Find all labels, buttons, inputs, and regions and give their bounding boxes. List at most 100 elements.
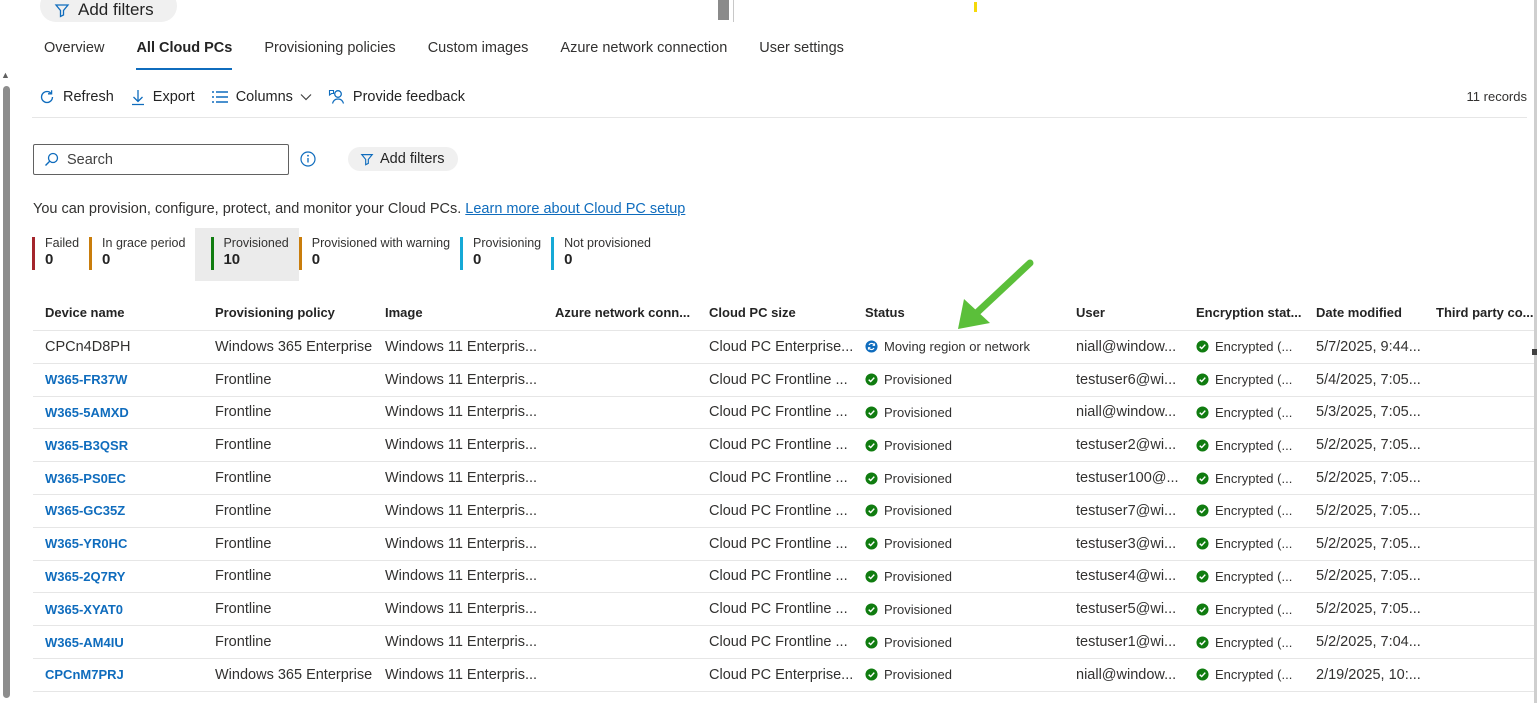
cell-user: testuser100@... [1064, 470, 1184, 486]
table-row[interactable]: W365-FR37W Frontline Windows 11 Enterpris.… [33, 364, 1534, 397]
left-scrollbar-thumb[interactable] [3, 86, 10, 698]
export-button[interactable]: Export [130, 88, 195, 106]
table-row[interactable]: W365-B3QSR Frontline Windows 11 Enterpris.… [33, 429, 1534, 463]
refresh-button[interactable]: Refresh [38, 88, 114, 106]
device-name-link[interactable]: W365-YR0HC [45, 536, 127, 551]
top-scrollbar-thumb[interactable] [718, 0, 729, 20]
tab-azure-network-connection[interactable]: Azure network connection [544, 34, 743, 70]
status-card-provisioned-with-warning[interactable]: Provisioned with warning 0 [298, 228, 460, 281]
table-row[interactable]: W365-XYAT0 Frontline Windows 11 Enterpris.… [33, 593, 1534, 627]
status-text: Provisioned [884, 404, 952, 420]
encryption-text: Encrypted (... [1215, 601, 1293, 617]
device-name-link[interactable]: CPCnM7PRJ [45, 667, 124, 682]
chevron-down-icon [300, 94, 312, 101]
tab-user-settings[interactable]: User settings [743, 34, 860, 70]
status-card-failed[interactable]: Failed 0 [32, 228, 89, 281]
cell-policy: Frontline [203, 568, 373, 584]
device-name-link[interactable]: W365-B3QSR [45, 438, 128, 453]
device-name-link[interactable]: W365-5AMXD [45, 405, 129, 420]
status-card-label: Provisioning [473, 236, 542, 250]
filter-icon [360, 154, 374, 166]
provide-feedback-button[interactable]: Provide feedback [328, 88, 465, 106]
status-cards: Failed 0 In grace period 0 Provisioned 10 Prov… [32, 228, 661, 281]
status-card-color-bar [32, 237, 35, 270]
column-header[interactable]: Date modified [1304, 305, 1424, 320]
check-circle-icon [1196, 439, 1209, 452]
filter-icon [54, 4, 70, 18]
cell-image: Windows 11 Enterpris... [373, 404, 543, 420]
cloud-pc-table: Device name Provisioning policy Image Azure… [33, 294, 1534, 692]
column-header[interactable]: Encryption stat... [1184, 305, 1304, 320]
column-header[interactable]: User [1064, 305, 1184, 320]
device-name-link[interactable]: W365-2Q7RY [45, 569, 125, 584]
tab-all-cloud-pcs[interactable]: All Cloud PCs [120, 34, 248, 70]
cell-device: CPCn4D8PH [33, 339, 203, 355]
policy-text: Frontline [215, 601, 272, 618]
columns-button[interactable]: Columns [211, 89, 312, 105]
policy-text: Frontline [215, 371, 272, 388]
column-header[interactable]: Device name [33, 305, 203, 320]
date-text: 5/4/2025, 7:05... [1316, 371, 1421, 388]
status-text: Provisioned [884, 470, 952, 486]
date-text: 5/2/2025, 7:05... [1316, 470, 1421, 487]
status-card-provisioned[interactable]: Provisioned 10 [195, 228, 299, 281]
column-header[interactable]: Image [373, 305, 543, 320]
check-circle-icon [1196, 504, 1209, 517]
table-row[interactable]: W365-YR0HC Frontline Windows 11 Enterpris.… [33, 528, 1534, 561]
table-row[interactable]: W365-2Q7RY Frontline Windows 11 Enterpris.… [33, 561, 1534, 594]
user-text: testuser100@... [1076, 470, 1179, 487]
encryption-text: Encrypted (... [1215, 503, 1293, 519]
device-name-link[interactable]: W365-XYAT0 [45, 602, 123, 617]
sync-icon [865, 340, 878, 353]
size-text: Cloud PC Frontline ... [709, 634, 848, 651]
add-filters-button[interactable]: Add filters [348, 147, 459, 171]
image-text: Windows 11 Enterpris... [385, 404, 538, 421]
cell-size: Cloud PC Frontline ... [697, 503, 853, 519]
top-add-filters-button[interactable]: Add filters [40, 0, 177, 22]
column-header[interactable]: Provisioning policy [203, 305, 373, 320]
table-row[interactable]: CPCn4D8PH Windows 365 Enterprise Windows 1… [33, 331, 1534, 364]
table-row[interactable]: W365-AM4IU Frontline Windows 11 Enterpris.… [33, 626, 1534, 659]
size-text: Cloud PC Frontline ... [709, 437, 848, 454]
table-row[interactable]: W365-GC35Z Frontline Windows 11 Enterpris.… [33, 495, 1534, 528]
left-scrollbar[interactable]: ▲ [0, 70, 12, 700]
cell-user: testuser3@wi... [1064, 536, 1184, 552]
cell-size: Cloud PC Enterprise... [697, 667, 853, 683]
tab-provisioning-policies[interactable]: Provisioning policies [248, 34, 411, 70]
cell-size: Cloud PC Enterprise... [697, 339, 853, 355]
scroll-up-icon[interactable]: ▲ [1, 70, 10, 80]
cell-policy: Frontline [203, 372, 373, 388]
status-card-not-provisioned[interactable]: Not provisioned 0 [551, 228, 661, 281]
user-text: testuser6@wi... [1076, 371, 1177, 388]
status-card-label: Not provisioned [564, 236, 651, 250]
table-row[interactable]: CPCnM7PRJ Windows 365 Enterprise Windows 1… [33, 659, 1534, 692]
column-header[interactable]: Azure network conn... [543, 305, 697, 320]
learn-more-link[interactable]: Learn more about Cloud PC setup [465, 201, 685, 217]
info-icon[interactable] [300, 151, 316, 167]
search-input[interactable] [67, 151, 277, 168]
tab-overview[interactable]: Overview [28, 34, 120, 70]
column-header[interactable]: Third party co... [1424, 305, 1534, 320]
device-name-link[interactable]: W365-FR37W [45, 372, 127, 387]
date-text: 5/2/2025, 7:05... [1316, 502, 1421, 519]
check-circle-icon [1196, 668, 1209, 681]
check-circle-icon [865, 603, 878, 616]
table-row[interactable]: W365-PS0EC Frontline Windows 11 Enterpris.… [33, 462, 1534, 495]
tab-custom-images[interactable]: Custom images [412, 34, 545, 70]
user-text: niall@window... [1076, 338, 1177, 355]
device-name-link[interactable]: W365-PS0EC [45, 471, 126, 486]
cell-encryption: Encrypted (... [1184, 602, 1304, 617]
check-circle-icon [1196, 537, 1209, 550]
column-header[interactable]: Cloud PC size [697, 305, 853, 320]
check-circle-icon [1196, 373, 1209, 386]
device-name-link[interactable]: W365-AM4IU [45, 635, 124, 650]
status-card-provisioning[interactable]: Provisioning 0 [460, 228, 551, 281]
policy-text: Frontline [215, 568, 272, 585]
table-row[interactable]: W365-5AMXD Frontline Windows 11 Enterpris.… [33, 397, 1534, 430]
status-card-in-grace-period[interactable]: In grace period 0 [89, 228, 195, 281]
refresh-label: Refresh [63, 89, 114, 105]
device-name-link[interactable]: W365-GC35Z [45, 503, 125, 518]
search-box[interactable] [33, 144, 289, 175]
description-text: You can provision, configure, protect, a… [33, 201, 462, 217]
image-text: Windows 11 Enterpris... [385, 568, 538, 585]
